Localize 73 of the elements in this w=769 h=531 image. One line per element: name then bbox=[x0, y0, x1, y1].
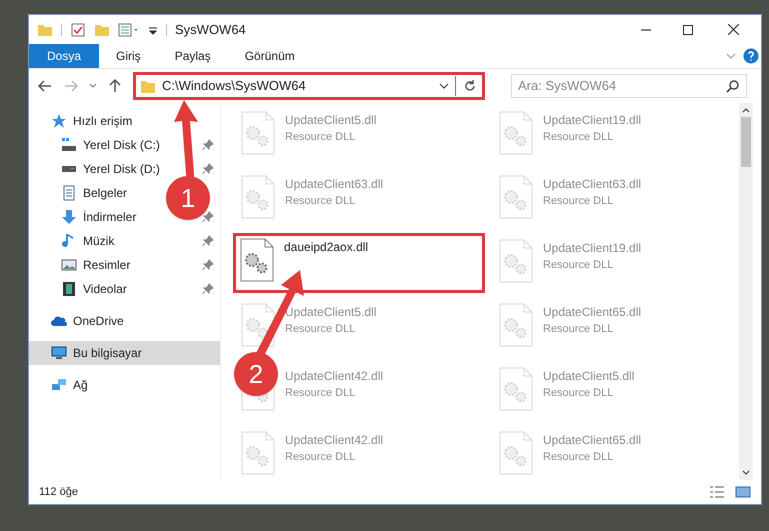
file-type: Resource DLL bbox=[285, 322, 356, 337]
details-view-icon[interactable] bbox=[709, 484, 725, 500]
close-icon bbox=[728, 24, 738, 35]
nav-item[interactable]: OneDrive bbox=[29, 309, 220, 333]
properties-icon[interactable] bbox=[118, 22, 140, 38]
dll-file-icon bbox=[499, 239, 533, 283]
up-arrow-icon[interactable] bbox=[107, 78, 123, 94]
ribbon-tab[interactable]: Paylaş bbox=[158, 44, 228, 68]
dll-file-icon bbox=[241, 111, 275, 155]
nav-item[interactable]: Ağ bbox=[29, 373, 220, 397]
nav-item[interactable]: Resimler bbox=[61, 254, 130, 276]
folder-icon bbox=[140, 78, 156, 94]
file-type: Resource DLL bbox=[543, 322, 614, 337]
ribbon-tab[interactable]: Görünüm bbox=[228, 44, 312, 68]
dll-file-icon bbox=[499, 111, 533, 155]
search-field[interactable]: Ara: SysWOW64 bbox=[511, 74, 747, 98]
file-type: Resource DLL bbox=[285, 130, 356, 145]
dll-file-icon bbox=[499, 431, 533, 475]
scrollbar[interactable] bbox=[739, 103, 753, 480]
address-bar[interactable]: C:\Windows\SysWOW64 bbox=[133, 72, 485, 100]
file-type: Resource DLL bbox=[285, 386, 356, 401]
file-type: Resource DLL bbox=[285, 194, 356, 209]
nav-item[interactable]: Hızlı erişim bbox=[29, 109, 220, 133]
pin-icon bbox=[202, 235, 214, 247]
dll-file-icon bbox=[240, 238, 274, 282]
pin-icon bbox=[202, 283, 214, 295]
nav-item[interactable]: Belgeler bbox=[61, 182, 128, 204]
film-icon bbox=[61, 281, 77, 297]
file-type: Resource DLL bbox=[543, 194, 614, 209]
star-icon bbox=[51, 113, 67, 129]
dll-file-icon bbox=[499, 367, 533, 411]
ribbon-tab[interactable]: Giriş bbox=[99, 44, 158, 68]
nav-item[interactable]: İndirmeler bbox=[61, 206, 136, 228]
monitor-icon bbox=[51, 345, 67, 361]
help-icon[interactable] bbox=[743, 48, 759, 64]
ribbon-tab[interactable]: Dosya bbox=[29, 44, 100, 68]
maximize-icon bbox=[683, 24, 693, 34]
window-title: SysWOW64 bbox=[175, 20, 246, 39]
file-type: Resource DLL bbox=[543, 386, 614, 401]
back-arrow-icon[interactable] bbox=[37, 78, 53, 94]
file-type: Resource DLL bbox=[543, 258, 614, 273]
nav-item[interactable]: Yerel Disk (C:) bbox=[61, 134, 160, 156]
pin-icon bbox=[202, 259, 214, 271]
dll-file-icon bbox=[499, 175, 533, 219]
drive-icon bbox=[61, 166, 77, 172]
drive-icon bbox=[61, 137, 77, 153]
document-icon bbox=[61, 185, 77, 201]
scroll-thumb[interactable] bbox=[741, 117, 751, 167]
dll-file-icon bbox=[241, 431, 275, 475]
nav-item[interactable]: Müzik bbox=[61, 230, 114, 252]
picture-icon bbox=[61, 257, 77, 273]
pin-icon bbox=[202, 139, 214, 151]
pin-icon bbox=[202, 211, 214, 223]
dll-file-icon bbox=[241, 175, 275, 219]
dll-file-icon bbox=[499, 303, 533, 347]
checklist-icon[interactable] bbox=[70, 22, 86, 38]
chevron-down-icon[interactable] bbox=[439, 81, 449, 91]
file-type: Resource DLL bbox=[543, 450, 614, 465]
file-name[interactable]: daueipd2aox.dll bbox=[284, 238, 368, 256]
nav-item[interactable]: Yerel Disk (D:) bbox=[61, 158, 160, 180]
pin-icon bbox=[202, 163, 214, 175]
address-path: C:\Windows\SysWOW64 bbox=[162, 77, 307, 96]
nav-item[interactable]: Videolar bbox=[61, 278, 127, 300]
search-icon[interactable] bbox=[726, 79, 740, 93]
file-type: Resource DLL bbox=[543, 130, 614, 145]
file-item[interactable]: daueipd2aox.dll bbox=[233, 233, 485, 293]
nav-item[interactable]: Bu bilgisayar bbox=[29, 341, 220, 365]
down-arrow-icon bbox=[61, 209, 77, 225]
item-count: 112 öğe bbox=[39, 484, 78, 500]
network-icon bbox=[51, 377, 67, 393]
thumbnail-view-icon[interactable] bbox=[735, 484, 751, 500]
file-type: Resource DLL bbox=[285, 450, 356, 465]
search-input[interactable]: Ara: SysWOW64 bbox=[518, 76, 726, 96]
